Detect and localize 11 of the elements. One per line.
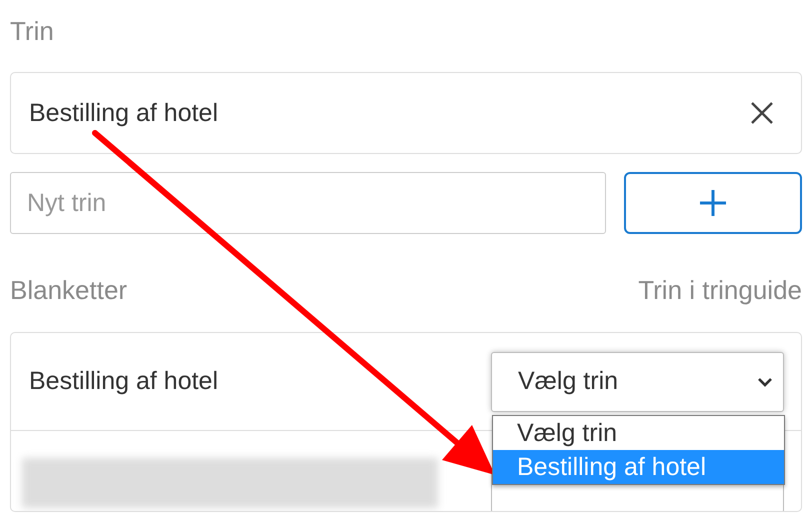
step-name: Bestilling af hotel (29, 98, 218, 128)
section-label: Trin (10, 15, 54, 48)
section-label: Blanketter (10, 274, 128, 307)
chevron-down-icon (757, 376, 773, 386)
form-name: Bestilling af hotel (29, 367, 218, 396)
column-label: Trin i tringuide (638, 274, 802, 307)
new-step-field[interactable]: Nyt trin (10, 172, 606, 234)
plus-icon (699, 189, 727, 217)
dropdown-option[interactable]: Vælg trin (493, 416, 784, 450)
add-button[interactable] (624, 172, 802, 234)
close-icon[interactable] (751, 102, 773, 124)
